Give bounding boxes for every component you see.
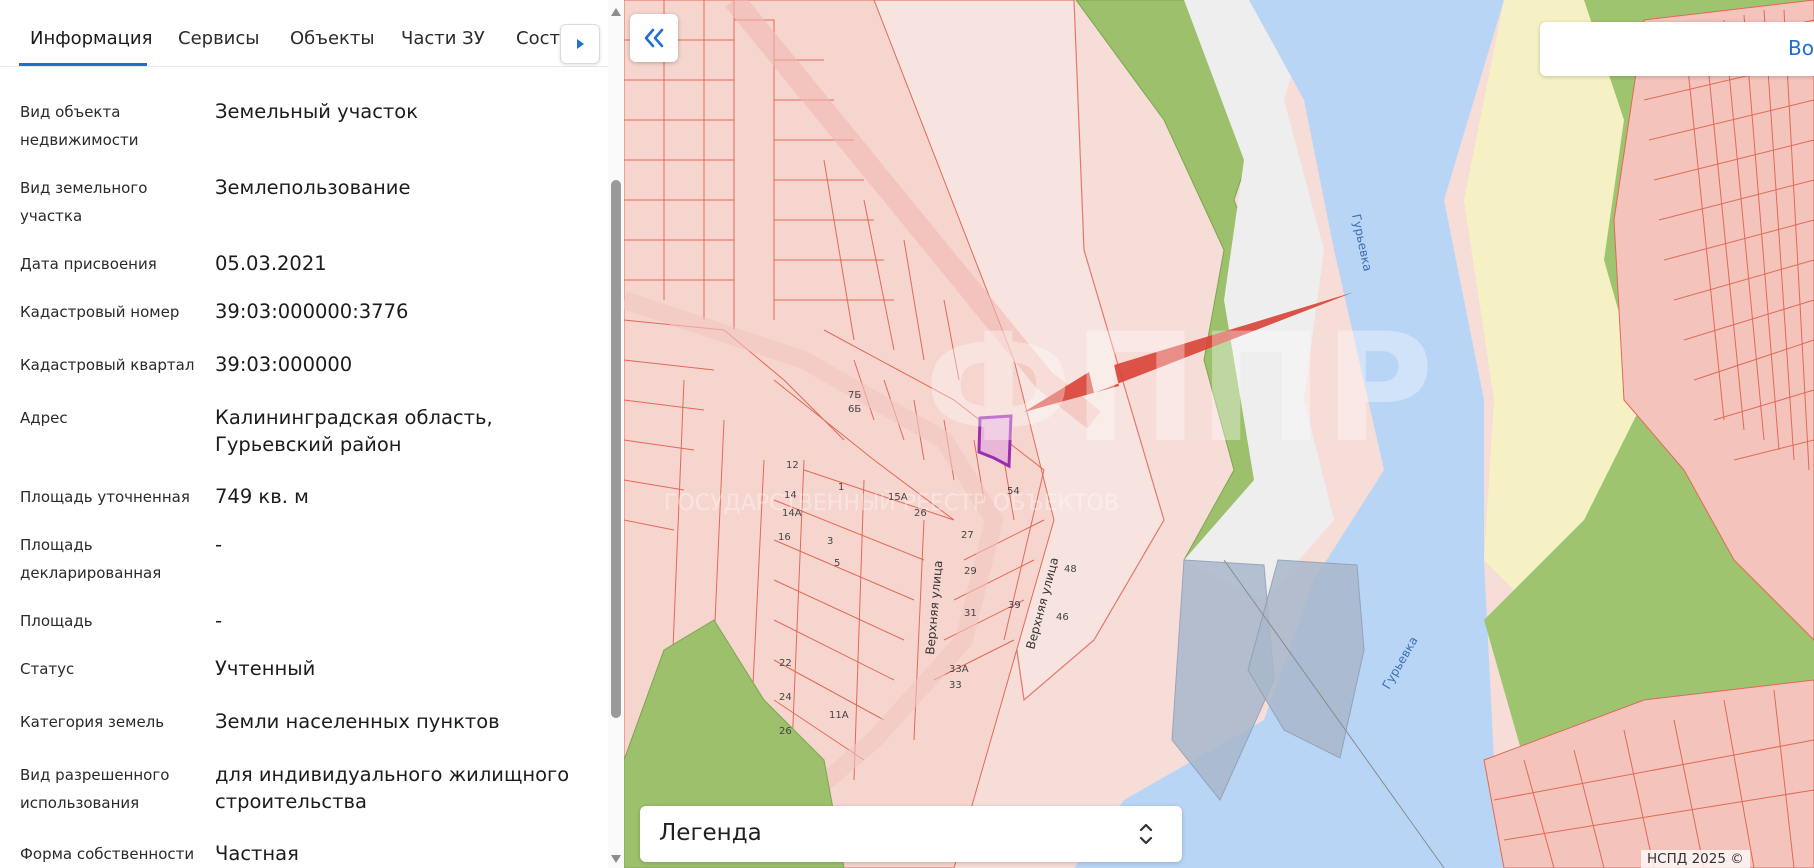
info-value: 749 кв. м <box>215 485 309 508</box>
tab-objects[interactable]: Объекты <box>290 28 375 49</box>
info-label: Категория земель <box>20 713 165 731</box>
expand-collapse-icon[interactable] <box>1138 820 1154 848</box>
svg-text:26: 26 <box>779 726 792 737</box>
info-label: Вид разрешенного использования <box>20 766 170 812</box>
svg-text:15А: 15А <box>888 492 908 503</box>
info-value: - <box>215 533 223 556</box>
info-value[interactable]: 39:03:000000 <box>215 351 595 378</box>
info-label: Площадь уточненная <box>20 488 190 506</box>
legend-title: Легенда <box>659 820 762 846</box>
svg-text:27: 27 <box>961 530 974 541</box>
svg-text:16: 16 <box>778 532 791 543</box>
info-value: Земельный участок <box>215 100 418 123</box>
info-label: Статус <box>20 660 75 678</box>
info-label: Форма собственности <box>20 845 195 863</box>
svg-text:11А: 11А <box>829 710 849 721</box>
scroll-down-arrow-icon[interactable] <box>611 855 621 863</box>
info-label: Вид земельного участка <box>20 179 148 225</box>
svg-text:29: 29 <box>964 566 977 577</box>
map-canvas[interactable]: ФППР ГОСУДАРСТВЕННЫЙ РЕЕСТР ОБЪЕКТОВ Гур… <box>624 0 1814 868</box>
svg-text:1: 1 <box>838 482 844 493</box>
info-label: Площадь декларированная <box>20 536 162 582</box>
info-label: Адрес <box>20 409 68 427</box>
tab-land-parts[interactable]: Части ЗУ <box>401 28 485 49</box>
app-root: Информация Сервисы Объекты Части ЗУ Сост… <box>0 0 1814 868</box>
info-value: для индивидуального жилищного строительс… <box>215 763 570 813</box>
map-top-widget[interactable]: Во <box>1540 22 1814 76</box>
cadastral-map[interactable]: ФППР ГОСУДАРСТВЕННЫЙ РЕЕСТР ОБЪЕКТОВ Гур… <box>624 0 1814 868</box>
info-value: Земли населенных пунктов <box>215 710 500 733</box>
info-value: Частная <box>215 842 299 865</box>
svg-text:7Б: 7Б <box>848 390 861 401</box>
svg-text:12: 12 <box>786 460 799 471</box>
svg-text:31: 31 <box>964 608 977 619</box>
svg-text:24: 24 <box>779 692 792 703</box>
info-label: Кадастровый квартал <box>20 356 195 374</box>
svg-text:39: 39 <box>1008 600 1021 611</box>
info-label: Дата присвоения <box>20 255 157 273</box>
tab-bar: Информация Сервисы Объекты Части ЗУ Сост… <box>0 0 608 67</box>
double-chevron-left-icon <box>644 28 664 48</box>
legend-panel[interactable]: Легенда <box>640 806 1182 862</box>
svg-text:48: 48 <box>1064 564 1077 575</box>
info-value: 05.03.2021 <box>215 252 327 275</box>
info-value[interactable]: 39:03:000000:3776 <box>215 298 595 325</box>
scroll-up-arrow-icon[interactable] <box>611 8 621 16</box>
info-label: Площадь <box>20 612 93 630</box>
info-value: - <box>215 609 223 632</box>
svg-text:ФППР: ФППР <box>924 302 1434 476</box>
map-attribution: НСПД 2025 © <box>1641 850 1750 868</box>
svg-text:5: 5 <box>834 558 840 569</box>
scroll-thumb[interactable] <box>611 180 621 718</box>
active-tab-indicator <box>19 63 147 66</box>
tabs-next-button[interactable] <box>560 24 600 64</box>
info-value: Калининградская область, Гурьевский райо… <box>215 406 493 456</box>
svg-text:33А: 33А <box>949 664 969 675</box>
info-panel: Информация Сервисы Объекты Части ЗУ Сост… <box>0 0 624 868</box>
collapse-panel-button[interactable] <box>630 14 678 62</box>
svg-text:14: 14 <box>784 490 797 501</box>
svg-text:6Б: 6Б <box>848 404 861 415</box>
svg-text:33: 33 <box>949 680 962 691</box>
svg-text:46: 46 <box>1056 612 1069 623</box>
panel-scrollbar[interactable] <box>608 0 624 868</box>
svg-text:26: 26 <box>914 508 927 519</box>
caret-right-icon <box>577 39 584 49</box>
info-label: Кадастровый номер <box>20 303 180 321</box>
svg-text:22: 22 <box>779 658 792 669</box>
info-label: Вид объекта недвижимости <box>20 103 139 149</box>
map-top-link[interactable]: Во <box>1788 36 1814 60</box>
tab-services[interactable]: Сервисы <box>178 28 259 49</box>
info-value: Учтенный <box>215 657 316 680</box>
svg-text:54: 54 <box>1007 486 1020 497</box>
svg-text:3: 3 <box>827 536 833 547</box>
info-value: Землепользование <box>215 176 411 199</box>
tab-information[interactable]: Информация <box>30 28 152 49</box>
svg-text:14А: 14А <box>782 508 802 519</box>
